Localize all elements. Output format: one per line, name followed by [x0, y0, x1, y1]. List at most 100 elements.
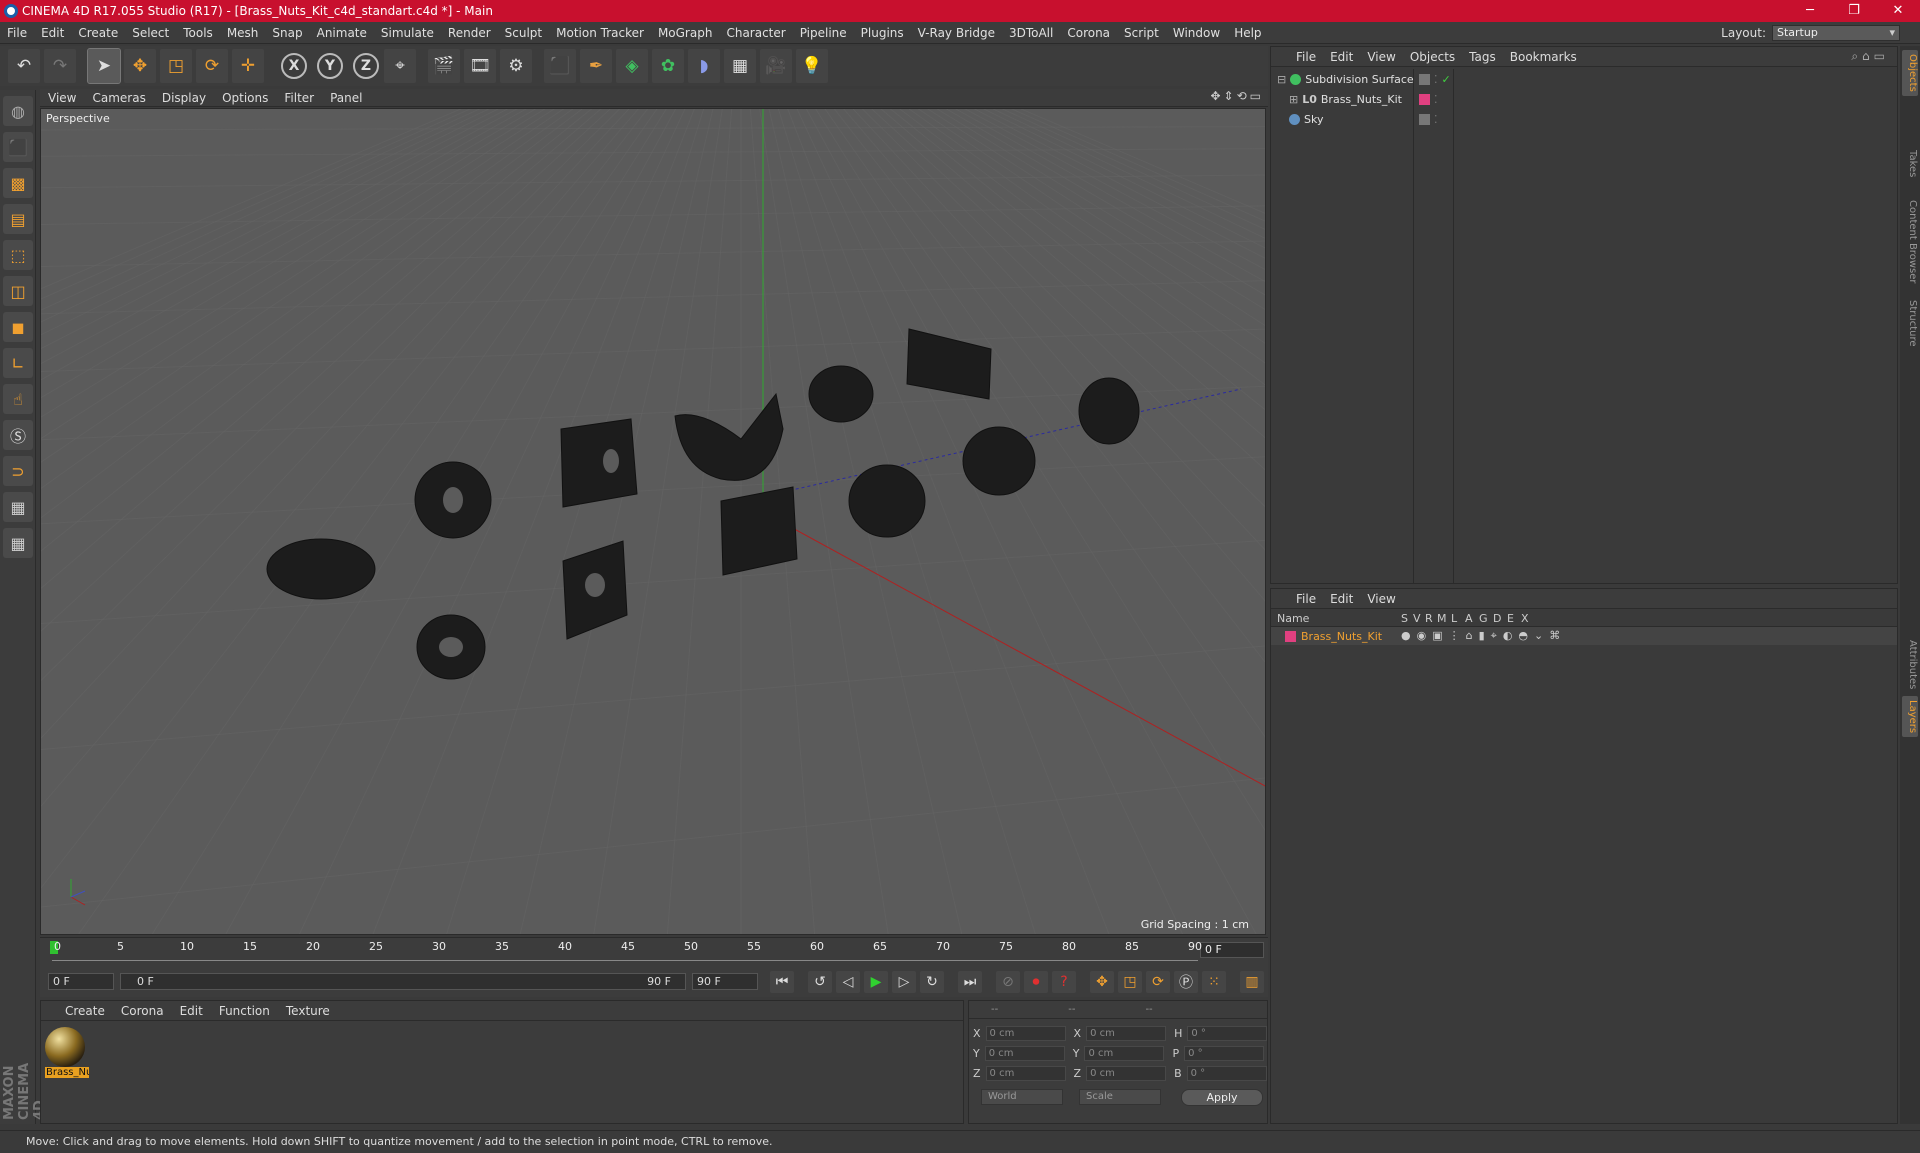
key-rotation-icon[interactable]: ⟳	[1146, 971, 1170, 993]
menu-render[interactable]: Render	[441, 26, 498, 40]
make-editable-icon[interactable]: ◍	[3, 96, 33, 126]
viewport-menu-cameras[interactable]: Cameras	[84, 91, 153, 105]
menu-sculpt[interactable]: Sculpt	[498, 26, 549, 40]
coord-type-dropdown[interactable]: Scale	[1079, 1089, 1161, 1105]
previous-frame-icon[interactable]: ◁	[836, 971, 860, 993]
polygons-mode-icon[interactable]: ◼	[3, 312, 33, 342]
layer-toggle-icons[interactable]: ●◉▣⋮⌂▮⌖◐◓⌄⌘	[1401, 629, 1566, 643]
objects-menu-file[interactable]: File	[1289, 50, 1323, 64]
side-tab-objects[interactable]: Objects	[1902, 50, 1918, 96]
visibility-dots-icon[interactable]: ⁚	[1434, 73, 1438, 86]
material-swatch[interactable]: Brass_Nut	[45, 1027, 89, 1081]
visibility-dots-icon[interactable]: ⁚	[1434, 93, 1438, 106]
edges-mode-icon[interactable]: ◫	[3, 276, 33, 306]
menu-select[interactable]: Select	[125, 26, 176, 40]
pos-z-field[interactable]: 0 cm	[985, 1065, 1066, 1081]
rot-p-field[interactable]: 0 °	[1184, 1045, 1265, 1061]
apply-button[interactable]: Apply	[1181, 1089, 1263, 1106]
menu-help[interactable]: Help	[1227, 26, 1268, 40]
pos-x-field[interactable]: 0 cm	[985, 1025, 1066, 1041]
material-menu-edit[interactable]: Edit	[172, 1004, 211, 1018]
rot-h-field[interactable]: 0 °	[1187, 1025, 1268, 1041]
menu-pipeline[interactable]: Pipeline	[793, 26, 854, 40]
menu-mograph[interactable]: MoGraph	[651, 26, 720, 40]
layer-color-icon[interactable]	[1419, 93, 1430, 105]
current-frame-field[interactable]: 0 F	[1200, 942, 1264, 958]
key-scale-icon[interactable]: ◳	[1118, 971, 1142, 993]
menu-simulate[interactable]: Simulate	[374, 26, 441, 40]
menu-create[interactable]: Create	[71, 26, 125, 40]
texture-mode-icon[interactable]: ▩	[3, 168, 33, 198]
points-mode-icon[interactable]: ⬚	[3, 240, 33, 270]
objects-menu-edit[interactable]: Edit	[1323, 50, 1360, 64]
grid-lock-icon[interactable]: ▦	[3, 492, 33, 522]
tweak-mode-icon[interactable]: ☝	[3, 384, 33, 414]
side-tab-takes[interactable]: Takes	[1902, 146, 1918, 181]
cube-object-icon[interactable]: ⬛	[544, 49, 576, 83]
coord-mode-dropdown[interactable]: World	[981, 1089, 1063, 1105]
menu-corona[interactable]: Corona	[1060, 26, 1117, 40]
key-pla-icon[interactable]: ⁙	[1202, 971, 1226, 993]
viewport-nav-icons[interactable]: ✥⇕⟲▭	[1210, 89, 1264, 103]
restore-button[interactable]: ❐	[1832, 0, 1876, 22]
menu-edit[interactable]: Edit	[34, 26, 71, 40]
menu-3dtoall[interactable]: 3DToAll	[1002, 26, 1060, 40]
viewport-menu-panel[interactable]: Panel	[322, 91, 370, 105]
timeline-track[interactable]	[52, 955, 1198, 961]
play-icon[interactable]: ▶	[864, 971, 888, 993]
material-menu-texture[interactable]: Texture	[278, 1004, 338, 1018]
menu-v-ray-bridge[interactable]: V-Ray Bridge	[911, 26, 1002, 40]
start-frame-field[interactable]: 0 F	[48, 973, 114, 990]
side-tab-attributes[interactable]: Attributes	[1902, 636, 1918, 693]
coordinate-system-icon[interactable]: ⌖	[384, 49, 416, 83]
menu-tools[interactable]: Tools	[176, 26, 220, 40]
minimize-button[interactable]: ─	[1788, 0, 1832, 22]
menu-script[interactable]: Script	[1117, 26, 1166, 40]
size-x-field[interactable]: 0 cm	[1086, 1025, 1167, 1041]
rot-b-field[interactable]: 0 °	[1186, 1065, 1267, 1081]
menu-window[interactable]: Window	[1166, 26, 1227, 40]
record-icon[interactable]: ⏺	[1024, 971, 1048, 993]
scale-tool-icon[interactable]: ◳	[160, 49, 192, 83]
live-selection-icon[interactable]: ✛	[232, 49, 264, 83]
layers-menu-view[interactable]: View	[1360, 592, 1402, 606]
object-manager-tool-icons[interactable]: ⌕⌂▭	[1851, 49, 1889, 64]
objects-menu-tags[interactable]: Tags	[1462, 50, 1503, 64]
go-to-end-icon[interactable]: ⏭	[958, 971, 982, 993]
magnet-icon[interactable]: ⊃	[3, 456, 33, 486]
menu-file[interactable]: File	[0, 26, 34, 40]
objects-menu-bookmarks[interactable]: Bookmarks	[1503, 50, 1584, 64]
camera-icon[interactable]: 🎥	[760, 49, 792, 83]
layers-menu-edit[interactable]: Edit	[1323, 592, 1360, 606]
side-tab-structure[interactable]: Structure	[1902, 296, 1918, 351]
menu-mesh[interactable]: Mesh	[220, 26, 266, 40]
render-picture-viewer-icon[interactable]: 🎞	[464, 49, 496, 83]
size-z-field[interactable]: 0 cm	[1086, 1065, 1167, 1081]
expand-icon[interactable]: ⊞	[1289, 93, 1298, 106]
end-frame-field[interactable]: 90 F	[692, 973, 758, 990]
x-axis-lock-icon[interactable]: X	[281, 53, 307, 79]
key-parameter-icon[interactable]: Ⓟ	[1174, 971, 1198, 993]
grid-snap-icon[interactable]: ▦	[3, 528, 33, 558]
close-button[interactable]: ✕	[1876, 0, 1920, 22]
previous-key-icon[interactable]: ↺	[808, 971, 832, 993]
layer-tag-icon[interactable]	[1419, 113, 1430, 125]
layer-tag-icon[interactable]	[1419, 73, 1430, 85]
pos-y-field[interactable]: 0 cm	[984, 1045, 1065, 1061]
y-axis-lock-icon[interactable]: Y	[317, 53, 343, 79]
object-row-subdivision[interactable]: ⊟ Subdivision Surface ⁚ ✓	[1271, 69, 1897, 89]
material-menu-function[interactable]: Function	[211, 1004, 278, 1018]
material-menu-corona[interactable]: Corona	[113, 1004, 172, 1018]
select-arrow-icon[interactable]: ➤	[87, 48, 121, 84]
viewport-menu-view[interactable]: View	[40, 91, 84, 105]
render-settings-icon[interactable]: ⚙	[500, 49, 532, 83]
timeline-window-icon[interactable]: ▥	[1240, 971, 1264, 993]
mograph-cloner-icon[interactable]: ✿	[652, 49, 684, 83]
viewport-menu-filter[interactable]: Filter	[276, 91, 322, 105]
undo-icon[interactable]: ↶	[8, 49, 40, 83]
key-position-icon[interactable]: ✥	[1090, 971, 1114, 993]
pen-spline-icon[interactable]: ✒	[580, 49, 612, 83]
autokey-icon[interactable]: ?	[1052, 971, 1076, 993]
model-mode-icon[interactable]: ⬛	[3, 132, 33, 162]
size-y-field[interactable]: 0 cm	[1084, 1045, 1165, 1061]
